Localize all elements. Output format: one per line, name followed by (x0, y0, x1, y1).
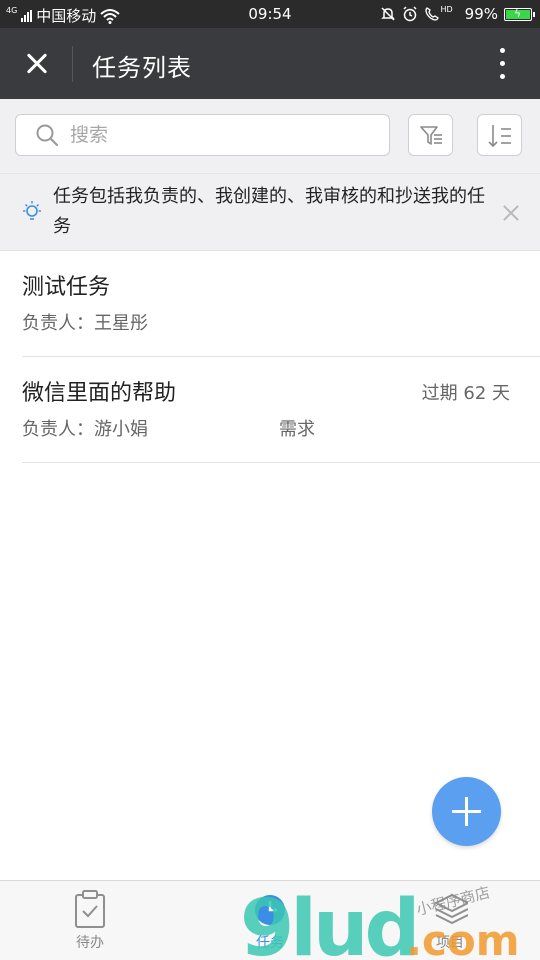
header-divider (72, 46, 73, 82)
tab-tasks[interactable]: 任务 (180, 881, 360, 960)
tab-label: 项目 (436, 935, 464, 951)
hd-label: HD (440, 4, 453, 14)
owner-name: 游小娟 (94, 419, 148, 440)
status-right: HD 99% ϟ (380, 4, 535, 23)
tip-text: 任务包括我负责的、我创建的、我审核的和抄送我的任务 (53, 186, 485, 237)
filter-button[interactable] (408, 114, 453, 156)
task-type: 需求 (279, 419, 315, 440)
filter-icon (420, 126, 442, 145)
close-button[interactable] (16, 44, 56, 84)
search-box[interactable] (15, 114, 390, 156)
owner-label: 负责人： (22, 419, 94, 440)
task-title: 测试任务 (22, 275, 111, 300)
tab-label: 待办 (76, 935, 104, 951)
bottom-tab-bar: 待办 任务 项目 (0, 880, 540, 960)
battery-icon: ϟ (504, 7, 535, 21)
battery-percent: 99% (464, 5, 498, 23)
owner-label: 负责人： (22, 313, 94, 334)
task-owner: 负责人：游小娟 (22, 415, 148, 441)
add-task-button[interactable] (432, 777, 501, 846)
tab-label: 任务 (256, 935, 284, 951)
alarm-icon (403, 6, 417, 22)
close-tip-icon[interactable] (500, 202, 522, 224)
tab-projects[interactable]: 项目 (360, 881, 540, 960)
lightbulb-icon (23, 201, 41, 220)
sort-button[interactable] (477, 114, 522, 156)
page-title: 任务列表 (92, 54, 192, 82)
tab-todo[interactable]: 待办 (0, 881, 180, 960)
sort-icon (488, 125, 511, 148)
clock-icon (255, 895, 285, 925)
overdue-status: 过期 62 天 (421, 383, 510, 404)
task-row[interactable]: 微信里面的帮助 过期 62 天 负责人：游小娟 需求 (22, 357, 540, 463)
search-toolbar (0, 99, 540, 173)
clipboard-check-icon (75, 890, 105, 928)
mute-bell-icon (381, 7, 396, 21)
hd-call-icon (425, 7, 440, 21)
task-row[interactable]: 测试任务 负责人：王星彤 (22, 251, 540, 357)
search-icon (36, 124, 58, 146)
more-options-button[interactable] (496, 46, 508, 82)
task-owner: 负责人：王星彤 (22, 309, 148, 335)
info-tip: 任务包括我负责的、我创建的、我审核的和抄送我的任务 (0, 173, 540, 251)
layers-icon (435, 894, 468, 924)
owner-name: 王星彤 (94, 313, 148, 334)
task-title: 微信里面的帮助 (22, 381, 177, 406)
app-header: 任务列表 (0, 28, 540, 99)
search-input[interactable] (70, 121, 370, 149)
status-bar: 4G 中国移动 09:54 HD 99% ϟ (0, 0, 540, 28)
